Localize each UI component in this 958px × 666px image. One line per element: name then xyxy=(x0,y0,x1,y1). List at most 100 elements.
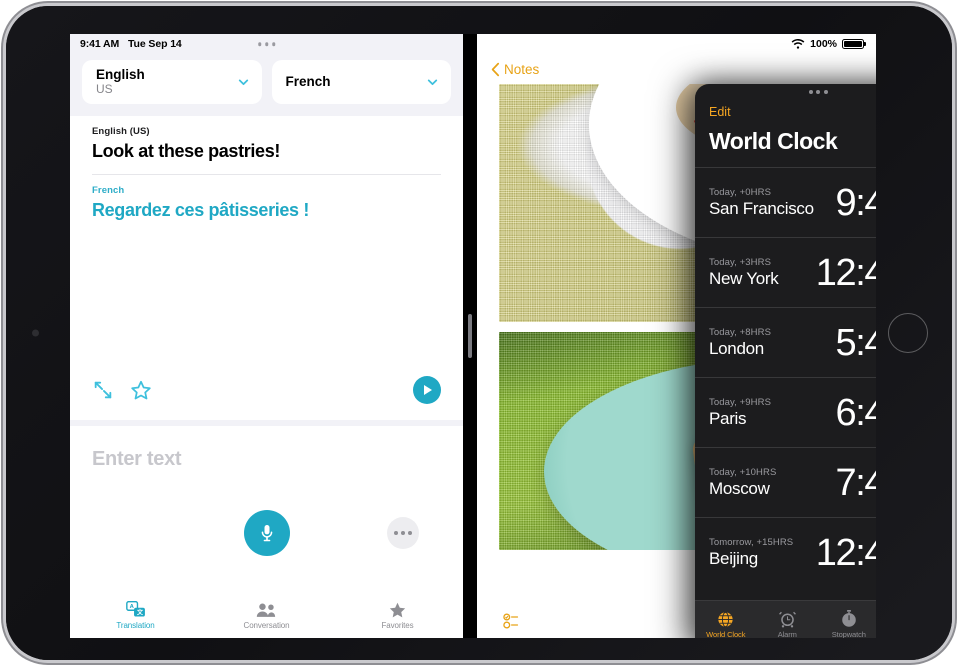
battery-full-icon xyxy=(842,39,864,49)
table-row[interactable]: Today, +9HRS Paris 6:41 PM xyxy=(695,377,876,447)
city-name: Paris xyxy=(709,408,747,428)
target-block: French Regardez ces pâtisseries ! xyxy=(70,175,463,221)
tab-favorites[interactable]: Favorites xyxy=(332,601,463,630)
target-language-text: French xyxy=(286,74,331,90)
world-clock-slide-over: Edit + World Clock Today, +0HRS San Fran… xyxy=(695,84,876,638)
grabber-dot xyxy=(271,42,276,46)
table-row[interactable]: Tomorrow, +15HRS Beijing 12:41 AM xyxy=(695,517,876,587)
tab-translation[interactable]: A 文 Translation xyxy=(70,600,201,630)
tab-stopwatch-label: Stopwatch xyxy=(831,630,866,638)
text-entry-area[interactable]: Enter text xyxy=(70,426,463,592)
city-time: 9:41 AM xyxy=(836,184,876,222)
city-time: 5:41 PM xyxy=(836,324,876,362)
city-time-value: 9:41 xyxy=(835,181,876,224)
city-offset: Today, +9HRS xyxy=(709,396,772,408)
svg-text:文: 文 xyxy=(135,608,143,616)
notes-status-bar: 100% xyxy=(477,34,876,54)
split-view-divider[interactable] xyxy=(463,34,477,638)
grabber-dot xyxy=(257,42,262,46)
source-language-name: English xyxy=(96,67,145,83)
battery-percent-label: 100% xyxy=(810,38,837,50)
enter-text-placeholder: Enter text xyxy=(92,448,182,470)
city-info: Today, +8HRS London xyxy=(709,327,771,359)
city-info: Today, +9HRS Paris xyxy=(709,397,771,429)
city-time-value: 7:41 xyxy=(835,461,876,504)
city-name: London xyxy=(709,338,764,358)
city-time: 12:41 PM xyxy=(816,254,876,292)
alarm-icon xyxy=(778,611,796,628)
grabber-dot xyxy=(808,90,813,94)
table-row[interactable]: Today, +3HRS New York 12:41 PM xyxy=(695,237,876,307)
source-language-text: English US xyxy=(96,68,145,96)
edit-button[interactable]: Edit xyxy=(709,105,731,119)
table-row[interactable]: Today, +0HRS San Francisco 9:41 AM xyxy=(695,167,876,237)
more-dot xyxy=(401,531,405,535)
city-info: Today, +3HRS New York xyxy=(709,257,779,289)
globe-icon xyxy=(718,611,733,627)
page-title: World Clock xyxy=(709,128,838,154)
expand-icon[interactable] xyxy=(92,379,114,401)
tab-translation-label: Translation xyxy=(116,620,155,630)
target-block-label: French xyxy=(92,185,125,196)
front-camera xyxy=(32,329,39,337)
grabber-dot xyxy=(264,42,269,46)
translate-tab-bar: A 文 Translation Conversation Favorites xyxy=(70,592,463,638)
city-time-value: 12:41 xyxy=(815,251,876,294)
city-info: Today, +10HRS Moscow xyxy=(709,467,776,499)
table-row[interactable]: Today, +10HRS Moscow 7:41 PM xyxy=(695,447,876,517)
source-phrase: Look at these pastries! xyxy=(92,141,281,161)
table-row[interactable]: Today, +8HRS London 5:41 PM xyxy=(695,307,876,377)
card-action-row xyxy=(70,376,463,420)
city-offset: Today, +10HRS xyxy=(709,466,777,478)
tab-conversation[interactable]: Conversation xyxy=(201,601,332,630)
source-language-region: US xyxy=(96,81,113,96)
translate-app: 9:41 AM Tue Sep 14 English US French Eng… xyxy=(70,34,463,638)
status-time: 9:41 AM xyxy=(80,38,120,50)
checklist-icon[interactable] xyxy=(503,613,523,629)
svg-text:A: A xyxy=(129,604,134,610)
tab-favorites-label: Favorites xyxy=(381,620,414,630)
play-triangle xyxy=(424,385,432,395)
status-date: Tue Sep 14 xyxy=(128,38,182,50)
city-info: Tomorrow, +15HRS Beijing xyxy=(709,537,793,569)
ipad-device-frame: 9:41 AM Tue Sep 14 English US French Eng… xyxy=(6,6,952,660)
grabber-dot xyxy=(816,90,820,94)
battery-fill xyxy=(844,41,862,47)
city-offset: Tomorrow, +15HRS xyxy=(709,536,794,548)
notes-nav-bar: Notes xyxy=(477,54,876,84)
language-selector-row: English US French xyxy=(70,54,463,116)
more-dot xyxy=(394,531,398,535)
star-icon[interactable] xyxy=(130,379,152,401)
slide-over-grabber[interactable] xyxy=(695,84,876,100)
home-button[interactable] xyxy=(888,313,928,353)
tab-alarm[interactable]: Alarm xyxy=(757,610,819,638)
source-language-picker[interactable]: English US xyxy=(82,60,262,104)
microphone-icon[interactable] xyxy=(243,510,290,556)
chevron-down-icon xyxy=(426,76,439,89)
tab-stopwatch[interactable]: Stopwatch xyxy=(818,610,876,638)
city-name: San Francisco xyxy=(709,198,814,218)
back-label: Notes xyxy=(504,61,540,77)
source-block: English (US) Look at these pastries! xyxy=(70,116,463,162)
play-icon[interactable] xyxy=(413,376,441,404)
grabber-dot xyxy=(823,90,828,94)
more-icon[interactable] xyxy=(387,517,419,549)
mic-row xyxy=(70,510,463,556)
translation-result-card: English (US) Look at these pastries! Fre… xyxy=(70,116,463,420)
split-view-drag-handle[interactable] xyxy=(468,314,472,358)
clock-nav-bar: Edit + xyxy=(695,100,876,124)
tab-conversation-label: Conversation xyxy=(243,620,290,630)
chevron-left-icon xyxy=(491,62,500,76)
star-filled-icon xyxy=(389,602,406,617)
tab-world-clock-label: World Clock xyxy=(706,629,746,639)
city-time-value: 5:41 xyxy=(835,321,876,364)
back-to-notes-button[interactable]: Notes xyxy=(491,62,539,77)
city-time-value: 12:41 xyxy=(815,531,876,574)
multitasking-grabber[interactable] xyxy=(257,42,276,46)
tab-world-clock[interactable]: World Clock xyxy=(695,611,757,639)
city-time-value: 6:41 xyxy=(835,391,876,434)
chevron-down-icon xyxy=(237,76,250,89)
city-time: 6:41 PM xyxy=(836,394,876,432)
target-language-picker[interactable]: French xyxy=(271,60,451,104)
wifi-icon xyxy=(791,38,805,49)
